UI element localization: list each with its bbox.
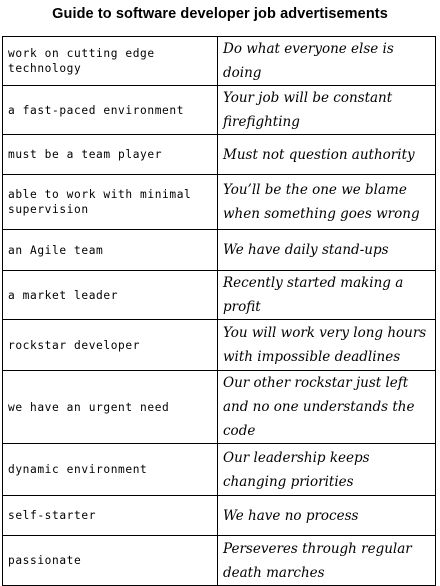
meaning-cell: You’ll be the one we blame when somethin…	[217, 174, 436, 230]
ad-phrase-cell: a market leader	[2, 270, 218, 320]
table-row: self-starter We have no process	[2, 495, 436, 536]
ad-phrase-cell: self-starter	[2, 495, 218, 536]
table-row: dynamic environment Our leadership keeps…	[2, 443, 436, 496]
meaning-cell: We have daily stand-ups	[217, 229, 436, 271]
ad-phrase-cell: must be a team player	[2, 134, 218, 175]
table-row: we have an urgent need Our other rocksta…	[2, 370, 436, 444]
table-row: must be a team player Must not question …	[2, 134, 436, 175]
table-row: a fast-paced environment Your job will b…	[2, 85, 436, 135]
ad-phrase-cell: dynamic environment	[2, 443, 218, 496]
meaning-cell: Must not question authority	[217, 134, 436, 175]
table-row: rockstar developer You will work very lo…	[2, 319, 436, 371]
meaning-cell: Your job will be constant firefighting	[217, 85, 436, 135]
ad-phrase-cell: passionate	[2, 535, 218, 586]
table-row: a market leader Recently started making …	[2, 270, 436, 320]
table-row: able to work with minimal supervision Yo…	[2, 174, 436, 230]
job-ad-guide-table: work on cutting edge technology Do what …	[2, 36, 436, 586]
ad-phrase-cell: we have an urgent need	[2, 370, 218, 444]
meaning-cell: Our leadership keeps changing priorities	[217, 443, 436, 496]
ad-phrase-cell: an Agile team	[2, 229, 218, 271]
table-row: an Agile team We have daily stand-ups	[2, 229, 436, 271]
table-row: work on cutting edge technology Do what …	[2, 36, 436, 86]
meaning-cell: Our other rockstar just left and no one …	[217, 370, 436, 444]
meaning-cell: You will work very long hours with impos…	[217, 319, 436, 371]
ad-phrase-cell: able to work with minimal supervision	[2, 174, 218, 230]
meaning-cell: Perseveres through regular death marches	[217, 535, 436, 586]
meaning-cell: Do what everyone else is doing	[217, 36, 436, 86]
ad-phrase-cell: work on cutting edge technology	[2, 36, 218, 86]
ad-phrase-cell: a fast-paced environment	[2, 85, 218, 135]
meaning-cell: Recently started making a profit	[217, 270, 436, 320]
ad-phrase-cell: rockstar developer	[2, 319, 218, 371]
table-row: passionate Perseveres through regular de…	[2, 535, 436, 586]
meaning-cell: We have no process	[217, 495, 436, 536]
page-title: Guide to software developer job advertis…	[52, 6, 388, 22]
